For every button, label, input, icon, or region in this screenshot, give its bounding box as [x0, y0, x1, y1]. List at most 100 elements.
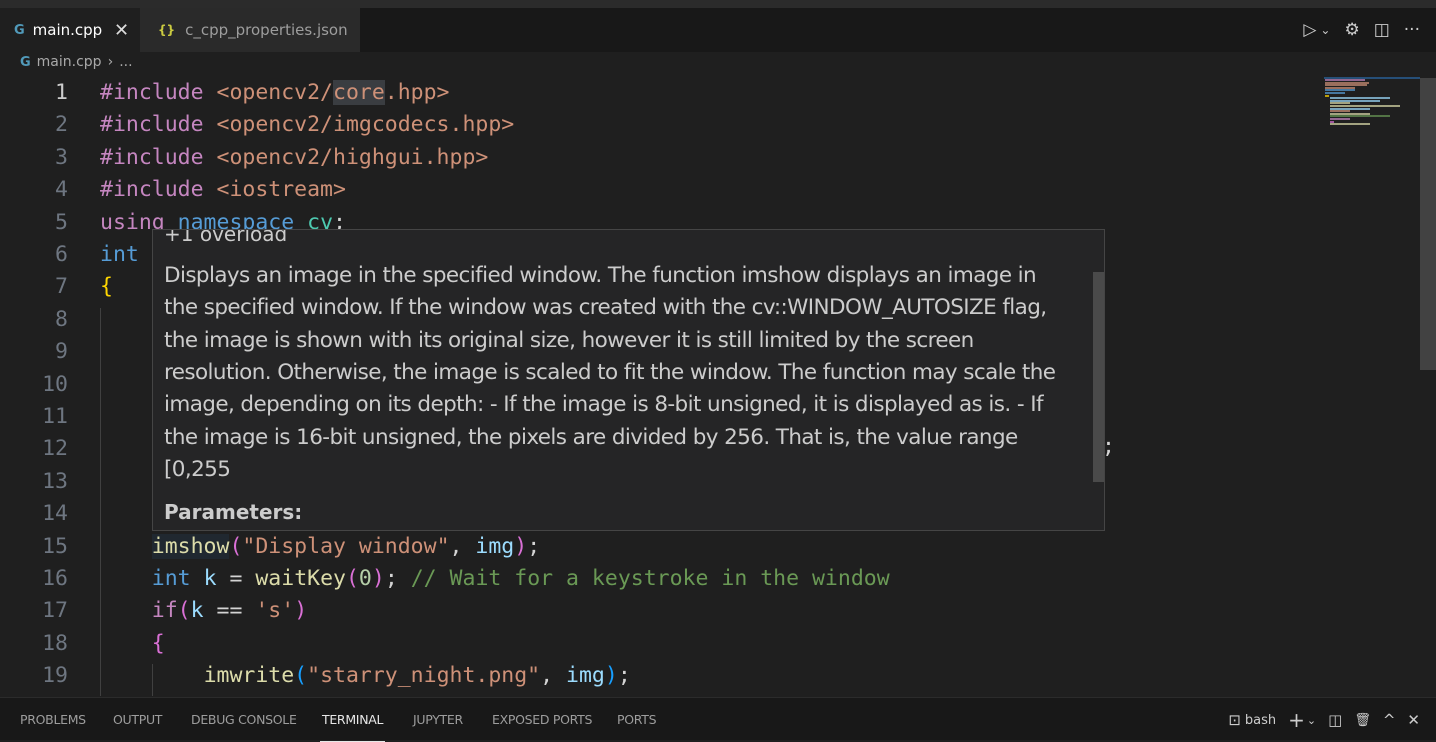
code-token: waitKey	[255, 566, 346, 591]
bottom-panel: PROBLEMS OUTPUT DEBUG CONSOLE TERMINAL JUPYT…	[0, 697, 1436, 742]
line-number: 14	[42, 501, 68, 527]
chevron-down-icon[interactable]: ⌄	[1320, 23, 1330, 37]
code-line[interactable]: imshow("Display window", img);	[100, 533, 540, 559]
panel-tab-output[interactable]: OUTPUT	[113, 712, 162, 727]
code-token: #include	[100, 112, 217, 138]
close-panel-icon[interactable]: ✕	[1407, 711, 1420, 729]
line-number: 19	[42, 663, 68, 689]
code-line[interactable]: #include <opencv2/core.hpp>	[100, 80, 450, 105]
code-token: <iostream>	[216, 177, 346, 203]
maximize-panel-icon[interactable]: ^	[1383, 711, 1396, 729]
tab-label: c_cpp_properties.json	[185, 21, 348, 39]
code-line[interactable]: int k = waitKey(0); // Wait for a keystr…	[100, 566, 890, 591]
breadcrumb: G main.cpp › ...	[20, 54, 133, 70]
terminal-icon: ⊡	[1228, 711, 1241, 729]
split-terminal-icon[interactable]: ◫	[1328, 711, 1342, 729]
terminal-name[interactable]: bash	[1245, 713, 1276, 728]
line-number: 17	[42, 598, 68, 624]
panel-tab-exposed-ports[interactable]: EXPOSED PORTS	[492, 712, 592, 727]
line-number: 15	[42, 533, 68, 559]
panel-tab-problems[interactable]: PROBLEMS	[20, 712, 86, 727]
code-token: ==	[203, 598, 256, 624]
cpp-icon: G	[20, 54, 31, 70]
code-token: imwrite	[203, 663, 295, 689]
line-number: 4	[55, 177, 68, 203]
panel-tab-terminal[interactable]: TERMINAL	[319, 712, 386, 742]
line-number: 6	[55, 242, 68, 267]
code-token: {	[151, 630, 165, 656]
editor-scrollbar[interactable]	[1420, 78, 1436, 370]
code-line[interactable]: int	[100, 242, 139, 267]
code-token: #include	[100, 177, 217, 203]
panel-tab-jupyter[interactable]: JUPYTER	[413, 712, 463, 727]
code-token: <opencv2/highgui.hpp>	[216, 144, 489, 170]
code-token: if	[151, 598, 178, 624]
line-number: 1	[55, 80, 68, 105]
gear-icon[interactable]: ⚙	[1344, 20, 1359, 40]
tooltip-text-line: [0,255	[164, 456, 231, 482]
chevron-right-icon: ›	[107, 54, 114, 70]
editor-tab-bar: G main.cpp ✕ {} c_cpp_properties.json	[0, 8, 1436, 52]
tooltip-text-line: the image is 16-bit unsigned, the pixels…	[164, 424, 1018, 450]
add-terminal-icon[interactable]: +	[1288, 708, 1305, 732]
more-actions-icon[interactable]: ···	[1404, 20, 1420, 40]
run-icon[interactable]: ▷	[1303, 20, 1316, 40]
tab-main-cpp[interactable]: G main.cpp ✕	[0, 8, 140, 52]
code-token: imshow	[151, 533, 230, 559]
overload-label: +1 overload	[164, 229, 288, 246]
code-token: (	[177, 598, 191, 624]
chevron-down-icon[interactable]: ⌄	[1307, 714, 1316, 727]
split-editor-icon[interactable]: ◫	[1374, 20, 1390, 40]
code-token: img	[475, 533, 515, 559]
code-token: #include	[100, 80, 217, 105]
code-token: "starry_night.png"	[307, 663, 541, 689]
line-number: 3	[55, 144, 68, 170]
code-line[interactable]: {	[100, 631, 165, 656]
code-token: #include	[100, 144, 217, 170]
line-number: 11	[42, 404, 68, 429]
json-braces-icon: {}	[158, 23, 176, 37]
code-token: <opencv2/imgcodecs.hpp>	[216, 112, 515, 138]
code-token: ;	[617, 663, 631, 689]
minimap[interactable]	[1324, 78, 1420, 128]
code-token: 's'	[255, 598, 295, 624]
line-number: 13	[42, 468, 68, 494]
panel-tab-ports[interactable]: PORTS	[617, 712, 657, 727]
code-token: k	[203, 566, 217, 591]
code-token: =	[216, 566, 256, 591]
code-token: core	[333, 80, 385, 105]
code-line[interactable]: if(k == 's')	[100, 598, 307, 623]
tooltip-text-line: image, depending on its depth: - If the …	[164, 392, 1044, 418]
tab-label: main.cpp	[32, 21, 103, 39]
code-line[interactable]: imwrite("starry_night.png", img);	[100, 663, 631, 688]
hover-tooltip: +1 overload Displays an image in the spe…	[152, 229, 1105, 531]
title-bar	[0, 0, 1436, 8]
code-token: k	[190, 598, 204, 624]
code-line[interactable]: #include <opencv2/highgui.hpp>	[100, 145, 488, 170]
line-number: 8	[55, 306, 68, 332]
tooltip-text-line: resolution. Otherwise, the image is scal…	[164, 359, 1056, 385]
tooltip-scrollbar[interactable]	[1093, 272, 1104, 482]
code-token: 0	[358, 566, 372, 591]
line-number: 18	[42, 630, 68, 656]
breadcrumb-file[interactable]: main.cpp	[37, 54, 102, 70]
code-token: ;	[384, 566, 411, 591]
panel-tab-debug-console[interactable]: DEBUG CONSOLE	[191, 712, 297, 727]
code-line[interactable]: #include <iostream>	[100, 177, 346, 202]
tab-c-cpp-properties[interactable]: {} c_cpp_properties.json	[140, 8, 360, 52]
trash-icon[interactable]: 🗑	[1354, 713, 1371, 728]
code-line[interactable]: {	[100, 274, 113, 299]
line-number: 5	[55, 209, 68, 235]
code-line[interactable]: #include <opencv2/imgcodecs.hpp>	[100, 112, 514, 137]
line-number: 2	[55, 112, 68, 138]
close-icon[interactable]: ✕	[114, 20, 129, 41]
code-token: )	[514, 533, 528, 559]
code-token: ,	[449, 533, 476, 559]
breadcrumb-symbol[interactable]: ...	[119, 54, 132, 70]
code-token: (	[345, 566, 359, 591]
line-number: 7	[55, 274, 68, 300]
line-number: 12	[42, 436, 68, 462]
